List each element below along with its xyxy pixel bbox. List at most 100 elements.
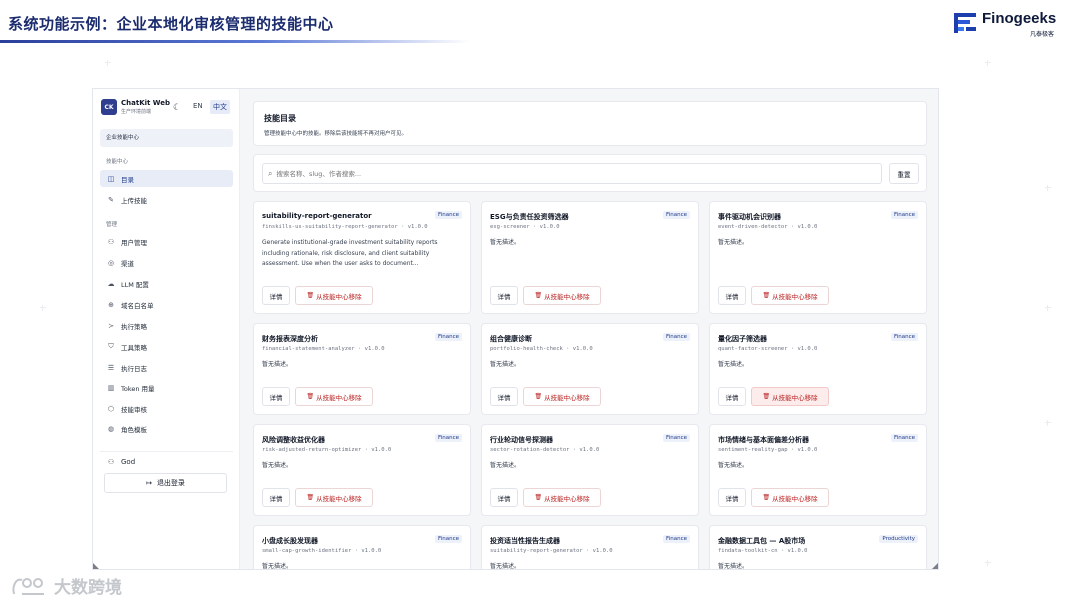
- remove-button[interactable]: 🗑 从技能中心移除: [523, 488, 601, 507]
- skill-name: 小盘成长股发现器: [262, 537, 318, 545]
- skill-description: 暂无描述。: [718, 563, 749, 570]
- remove-button[interactable]: 🗑 从技能中心移除: [751, 488, 829, 507]
- skill-name: suitability-report-generator: [262, 212, 372, 220]
- skill-slug: sector-rotation-detector · v1.0.0: [490, 447, 600, 453]
- moon-icon[interactable]: ☾: [173, 103, 181, 113]
- remove-button[interactable]: 🗑 从技能中心移除: [295, 488, 373, 507]
- skill-card: 风险调整收益优化器 Finance risk-adjusted-return-o…: [253, 424, 471, 516]
- category-badge: Productivity: [879, 535, 918, 543]
- remove-label: 从技能中心移除: [316, 292, 362, 301]
- skill-name: 市场情绪与基本面偏差分析器: [718, 436, 809, 444]
- skill-slug: finskills-us-suitability-report-generato…: [262, 224, 428, 230]
- remove-button[interactable]: 🗑 从技能中心移除: [751, 286, 829, 305]
- watermark-text: 大数跨境: [54, 578, 122, 598]
- nav-item-exec-logs[interactable]: ☰ 执行日志: [100, 359, 233, 376]
- cloud-icon: ☁: [107, 279, 115, 288]
- nav-item-llm-config[interactable]: ☁ LLM 配置: [100, 275, 233, 292]
- remove-label: 从技能中心移除: [772, 292, 818, 301]
- remove-button[interactable]: 🗑 从技能中心移除: [523, 286, 601, 305]
- brand: CK ChatKit Web 生产环境前端: [101, 99, 170, 115]
- logout-label: 退出登录: [156, 479, 185, 487]
- category-badge: Finance: [434, 535, 462, 543]
- detail-button[interactable]: 详情: [262, 488, 290, 507]
- remove-label: 从技能中心移除: [544, 292, 590, 301]
- skill-name: ESG与负责任投资筛选器: [490, 213, 569, 221]
- nav-item-label: 上传技能: [121, 196, 147, 205]
- users-icon: ⚇: [107, 237, 115, 246]
- package-icon: ⬡: [107, 404, 115, 413]
- skill-card: 事件驱动机会识别器 Finance event-driven-detector …: [709, 201, 927, 314]
- skill-card: 量化因子筛选器 Finance quant-factor-screener · …: [709, 323, 927, 415]
- user-name: God: [121, 458, 136, 466]
- logout-button[interactable]: ↦ 退出登录: [104, 473, 227, 493]
- remove-button[interactable]: 🗑 从技能中心移除: [523, 387, 601, 406]
- trash-icon: 🗑: [762, 292, 771, 299]
- nav-item-token-usage[interactable]: ▥ Token 用量: [100, 379, 233, 396]
- reset-button[interactable]: 重置: [889, 163, 919, 184]
- nav-item-users[interactable]: ⚇ 用户管理: [100, 233, 233, 250]
- trash-icon: 🗑: [306, 494, 315, 501]
- lang-zh-button[interactable]: 中文: [210, 100, 230, 114]
- category-badge: Finance: [434, 434, 462, 442]
- bg-dot: [1045, 305, 1051, 311]
- skill-description: 暂无描述。: [490, 563, 521, 570]
- skill-description: 暂无描述。: [490, 462, 521, 469]
- skill-description: 暂无描述。: [718, 239, 749, 246]
- logo-subtext: 凡泰极客: [1030, 31, 1055, 38]
- skill-slug: findata-toolkit-cn · v1.0.0: [718, 548, 808, 554]
- detail-button[interactable]: 详情: [718, 387, 746, 406]
- skill-slug: portfolio-health-check · v1.0.0: [490, 346, 593, 352]
- bg-dot: [985, 560, 991, 566]
- logout-icon: ↦: [146, 479, 152, 487]
- nav-item-skill-review[interactable]: ⬡ 技能审核: [100, 400, 233, 417]
- detail-button[interactable]: 详情: [718, 286, 746, 305]
- remove-button[interactable]: 🗑 从技能中心移除: [295, 286, 373, 305]
- detail-button[interactable]: 详情: [718, 488, 746, 507]
- skill-description: 暂无描述。: [718, 361, 749, 368]
- detail-button[interactable]: 详情: [490, 488, 518, 507]
- bg-dot: [40, 305, 46, 311]
- nav-item-exec-policy[interactable]: ≻ 执行策略: [100, 317, 233, 334]
- nav-item-label: 用户管理: [121, 238, 147, 247]
- detail-button[interactable]: 详情: [262, 286, 290, 305]
- skill-card: suitability-report-generator Finance fin…: [253, 201, 471, 314]
- resize-handle-right[interactable]: [932, 563, 938, 569]
- bg-dot: [1045, 185, 1051, 191]
- search-input[interactable]: [276, 169, 857, 178]
- skill-name: 事件驱动机会识别器: [718, 213, 781, 221]
- divider: [100, 451, 233, 452]
- resize-handle-left[interactable]: [93, 563, 99, 569]
- nav-item-catalog[interactable]: ◫ 目录: [100, 170, 233, 187]
- remove-label: 从技能中心移除: [316, 494, 362, 503]
- lang-en-button[interactable]: EN: [193, 102, 203, 110]
- nav-item-upload[interactable]: ✎ 上传技能: [100, 191, 233, 208]
- nav-item-domain-whitelist[interactable]: ⊕ 域名白名单: [100, 296, 233, 313]
- skill-card: 财务报表深度分析 Finance financial-statement-ana…: [253, 323, 471, 415]
- remove-label: 从技能中心移除: [772, 393, 818, 402]
- skill-card: 市场情绪与基本面偏差分析器 Finance sentiment-reality-…: [709, 424, 927, 516]
- remove-button[interactable]: 🗑 从技能中心移除: [751, 387, 829, 406]
- remove-label: 从技能中心移除: [316, 393, 362, 402]
- search-icon: ⌕: [268, 168, 273, 178]
- category-badge: Finance: [662, 535, 690, 543]
- nav-item-channels[interactable]: ◎ 渠道: [100, 254, 233, 271]
- nav-item-role-templates[interactable]: ◍ 角色模板: [100, 420, 233, 437]
- palette-icon: ◍: [107, 424, 115, 433]
- list-icon: ☰: [107, 363, 115, 372]
- nav-item-tool-policy[interactable]: ⛉ 工具策略: [100, 338, 233, 355]
- remove-button[interactable]: 🗑 从技能中心移除: [295, 387, 373, 406]
- nav-item-label: 工具策略: [121, 343, 147, 352]
- center-switcher[interactable]: 企业技能中心: [100, 129, 233, 147]
- skill-slug: quant-factor-screener · v1.0.0: [718, 346, 818, 352]
- skill-description: Generate institutional-grade investment …: [262, 239, 438, 267]
- remove-label: 从技能中心移除: [544, 393, 590, 402]
- detail-button[interactable]: 详情: [262, 387, 290, 406]
- brand-badge: CK: [101, 99, 117, 115]
- trash-icon: 🗑: [534, 393, 543, 400]
- search-box[interactable]: ⌕: [262, 163, 882, 184]
- finogeeks-logo: Finogeeks 凡泰极客: [954, 10, 1064, 38]
- detail-button[interactable]: 详情: [490, 387, 518, 406]
- remove-label: 从技能中心移除: [772, 494, 818, 503]
- detail-button[interactable]: 详情: [490, 286, 518, 305]
- bg-dot: [1045, 420, 1051, 426]
